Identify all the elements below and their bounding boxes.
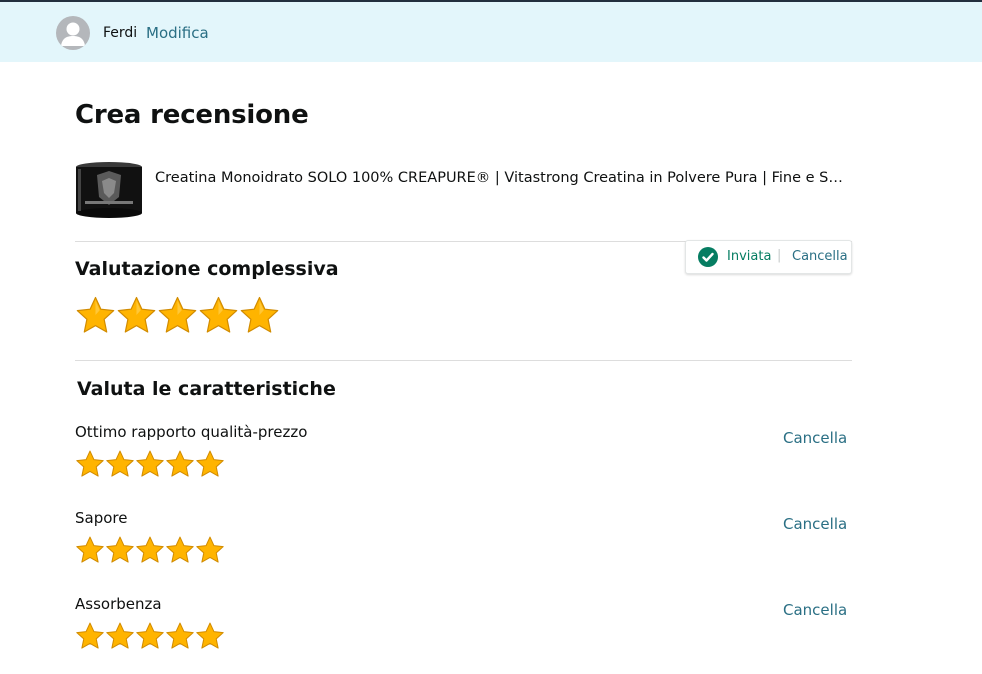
- features-heading: Valuta le caratteristiche: [77, 378, 336, 400]
- user-name: Ferdi: [103, 25, 138, 41]
- star-icon[interactable]: [195, 536, 225, 565]
- divider: [75, 360, 852, 361]
- absorption-star-rating[interactable]: [75, 622, 225, 651]
- user-avatar-icon[interactable]: [56, 16, 90, 50]
- cancel-value-for-money-link[interactable]: Cancella: [783, 429, 847, 447]
- profile-header: Ferdi Modifica: [0, 2, 982, 62]
- star-icon[interactable]: [135, 450, 165, 479]
- overall-star-rating[interactable]: [75, 296, 280, 336]
- cancel-overall-link[interactable]: Cancella: [792, 249, 848, 264]
- star-icon[interactable]: [165, 622, 195, 651]
- page-title: Crea recensione: [75, 100, 309, 130]
- star-icon[interactable]: [105, 536, 135, 565]
- feature-label-value-for-money: Ottimo rapporto qualità-prezzo: [75, 423, 308, 441]
- product-image: [75, 161, 143, 219]
- star-icon[interactable]: [195, 450, 225, 479]
- star-icon[interactable]: [135, 536, 165, 565]
- value-for-money-star-rating[interactable]: [75, 450, 225, 479]
- star-icon[interactable]: [165, 450, 195, 479]
- submitted-status-text: Inviata: [727, 249, 772, 264]
- check-circle-icon: [698, 247, 718, 267]
- cancel-absorption-link[interactable]: Cancella: [783, 601, 847, 619]
- star-icon[interactable]: [135, 622, 165, 651]
- star-icon[interactable]: [195, 622, 225, 651]
- star-icon[interactable]: [75, 622, 105, 651]
- star-icon[interactable]: [75, 536, 105, 565]
- edit-profile-link[interactable]: Modifica: [146, 24, 209, 42]
- star-icon[interactable]: [105, 622, 135, 651]
- status-separator: |: [777, 248, 782, 263]
- star-icon[interactable]: [105, 450, 135, 479]
- feature-label-taste: Sapore: [75, 509, 128, 527]
- product-title[interactable]: Creatina Monoidrato SOLO 100% CREAPURE® …: [155, 170, 845, 186]
- cancel-taste-link[interactable]: Cancella: [783, 515, 847, 533]
- star-icon[interactable]: [75, 450, 105, 479]
- star-icon[interactable]: [165, 536, 195, 565]
- submitted-status-box: Inviata | Cancella: [685, 240, 852, 274]
- star-icon[interactable]: [116, 296, 157, 336]
- feature-label-absorption: Assorbenza: [75, 595, 162, 613]
- star-icon[interactable]: [157, 296, 198, 336]
- star-icon[interactable]: [75, 296, 116, 336]
- star-icon[interactable]: [198, 296, 239, 336]
- overall-rating-heading: Valutazione complessiva: [75, 258, 339, 280]
- taste-star-rating[interactable]: [75, 536, 225, 565]
- star-icon[interactable]: [239, 296, 280, 336]
